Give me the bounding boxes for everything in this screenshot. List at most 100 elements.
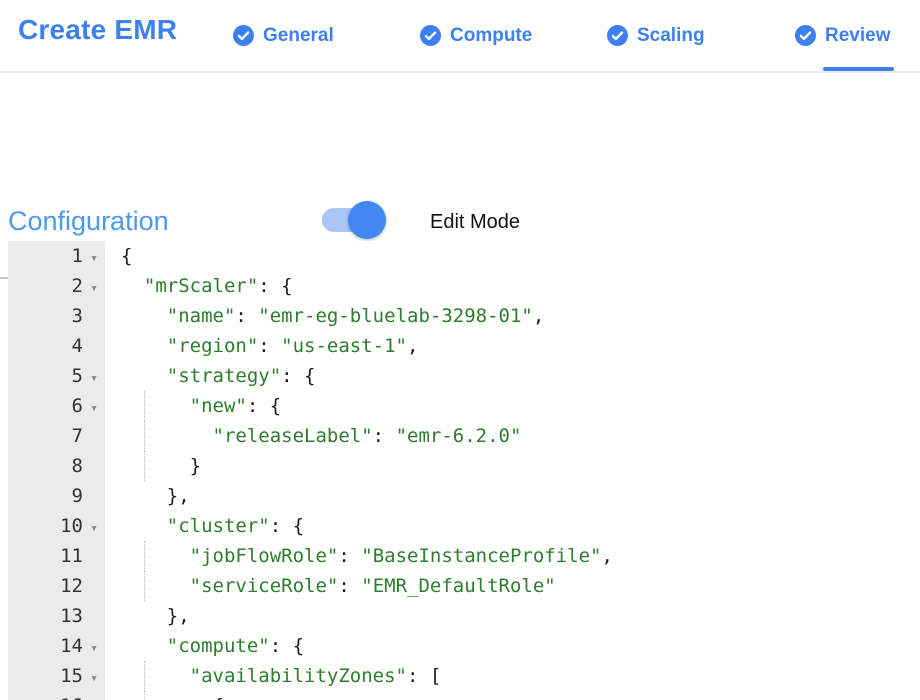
code-text[interactable]: }, — [105, 481, 920, 511]
gutter-cell: 13 — [8, 601, 105, 631]
section-heading: Configuration — [8, 206, 169, 237]
json-code-editor[interactable]: 1 ▾ { 2 ▾ "mrScaler": { 3 "name": "emr-e… — [8, 241, 920, 700]
code-line: 5 ▾ "strategy": { — [8, 361, 920, 391]
gutter-cell: 12 — [8, 571, 105, 601]
line-number: 3 — [72, 301, 83, 331]
step-label: General — [263, 25, 334, 47]
edit-mode-label: Edit Mode — [430, 211, 520, 234]
line-number: 6 — [72, 391, 83, 421]
edit-mode-toggle[interactable] — [322, 208, 378, 232]
configuration-section: Configuration Edit Mode — [0, 73, 920, 205]
gutter-cell: 2 ▾ — [8, 271, 105, 301]
gutter-cell: 5 ▾ — [8, 361, 105, 391]
fold-toggle-icon[interactable]: ▾ — [90, 634, 98, 664]
gutter-cell: 9 — [8, 481, 105, 511]
code-text[interactable]: "cluster": { — [105, 511, 920, 541]
step-label: Compute — [450, 25, 532, 47]
code-text[interactable]: "releaseLabel": "emr-6.2.0" — [105, 421, 920, 451]
code-line: 1 ▾ { — [8, 241, 920, 271]
line-number: 5 — [72, 361, 83, 391]
line-number: 14 — [60, 631, 83, 661]
gutter-cell: 1 ▾ — [8, 241, 105, 271]
indent-guide — [144, 541, 145, 571]
line-number: 1 — [72, 241, 83, 271]
code-line: 9 }, — [8, 481, 920, 511]
check-circle-icon — [795, 25, 816, 46]
gutter-cell: 4 — [8, 331, 105, 361]
code-line: 12 "serviceRole": "EMR_DefaultRole" — [8, 571, 920, 601]
page-title: Create EMR — [18, 14, 177, 46]
code-line: 6 ▾ "new": { — [8, 391, 920, 421]
code-line: 3 "name": "emr-eg-bluelab-3298-01", — [8, 301, 920, 331]
line-number: 13 — [60, 601, 83, 631]
indent-guide — [144, 421, 145, 451]
code-text[interactable]: { — [105, 691, 920, 700]
code-text[interactable]: } — [105, 451, 920, 481]
check-circle-icon — [607, 25, 628, 46]
gutter-cell: 11 — [8, 541, 105, 571]
toggle-knob[interactable] — [348, 201, 386, 239]
code-text[interactable]: "region": "us-east-1", — [105, 331, 920, 361]
code-line: 10 ▾ "cluster": { — [8, 511, 920, 541]
gutter-cell: 16 ▾ — [8, 691, 105, 700]
line-number: 8 — [72, 451, 83, 481]
gutter-cell: 15 ▾ — [8, 661, 105, 691]
code-text[interactable]: "new": { — [105, 391, 920, 421]
check-circle-icon — [233, 25, 254, 46]
code-line: 2 ▾ "mrScaler": { — [8, 271, 920, 301]
code-line: 11 "jobFlowRole": "BaseInstanceProfile", — [8, 541, 920, 571]
code-lines: 1 ▾ { 2 ▾ "mrScaler": { 3 "name": "emr-e… — [8, 241, 920, 700]
line-number: 7 — [72, 421, 83, 451]
line-number: 12 — [60, 571, 83, 601]
code-line: 14 ▾ "compute": { — [8, 631, 920, 661]
indent-guide — [144, 661, 145, 691]
code-text[interactable]: }, — [105, 601, 920, 631]
gutter-cell: 14 ▾ — [8, 631, 105, 661]
code-text[interactable]: "mrScaler": { — [105, 271, 920, 301]
code-text[interactable]: "jobFlowRole": "BaseInstanceProfile", — [105, 541, 920, 571]
fold-toggle-icon[interactable]: ▾ — [90, 694, 98, 700]
fold-toggle-icon[interactable]: ▾ — [90, 664, 98, 694]
line-number: 10 — [60, 511, 83, 541]
gutter-cell: 8 — [8, 451, 105, 481]
tab-scaling[interactable]: Scaling — [607, 0, 705, 71]
line-number: 16 — [60, 691, 83, 700]
code-text[interactable]: "serviceRole": "EMR_DefaultRole" — [105, 571, 920, 601]
gutter-cell: 3 — [8, 301, 105, 331]
gutter-cell: 6 ▾ — [8, 391, 105, 421]
line-number: 15 — [60, 661, 83, 691]
fold-toggle-icon[interactable]: ▾ — [90, 244, 98, 274]
code-text[interactable]: "name": "emr-eg-bluelab-3298-01", — [105, 301, 920, 331]
line-number: 11 — [60, 541, 83, 571]
code-line: 13 }, — [8, 601, 920, 631]
tab-review[interactable]: Review — [795, 0, 890, 71]
tab-general[interactable]: General — [233, 0, 334, 71]
code-line: 4 "region": "us-east-1", — [8, 331, 920, 361]
line-number: 2 — [72, 271, 83, 301]
indent-guide — [144, 571, 145, 601]
code-text[interactable]: "compute": { — [105, 631, 920, 661]
code-line: 7 "releaseLabel": "emr-6.2.0" — [8, 421, 920, 451]
indent-guide — [144, 391, 145, 421]
code-line: 8 } — [8, 451, 920, 481]
line-number: 4 — [72, 331, 83, 361]
gutter-cell: 10 ▾ — [8, 511, 105, 541]
code-line: 16 ▾ { — [8, 691, 920, 700]
line-number: 9 — [72, 481, 83, 511]
fold-toggle-icon[interactable]: ▾ — [90, 394, 98, 424]
code-line: 15 ▾ "availabilityZones": [ — [8, 661, 920, 691]
fold-toggle-icon[interactable]: ▾ — [90, 364, 98, 394]
fold-toggle-icon[interactable]: ▾ — [90, 514, 98, 544]
code-text[interactable]: "strategy": { — [105, 361, 920, 391]
gutter-cell: 7 — [8, 421, 105, 451]
indent-guide — [144, 451, 145, 481]
tab-compute[interactable]: Compute — [420, 0, 532, 71]
fold-toggle-icon[interactable]: ▾ — [90, 274, 98, 304]
wizard-header: Create EMR General Compute Scaling Revie… — [0, 0, 920, 73]
step-label: Review — [825, 25, 890, 47]
indent-guide — [144, 691, 145, 700]
code-text[interactable]: "availabilityZones": [ — [105, 661, 920, 691]
code-text[interactable]: { — [105, 241, 920, 271]
step-label: Scaling — [637, 25, 705, 47]
check-circle-icon — [420, 25, 441, 46]
